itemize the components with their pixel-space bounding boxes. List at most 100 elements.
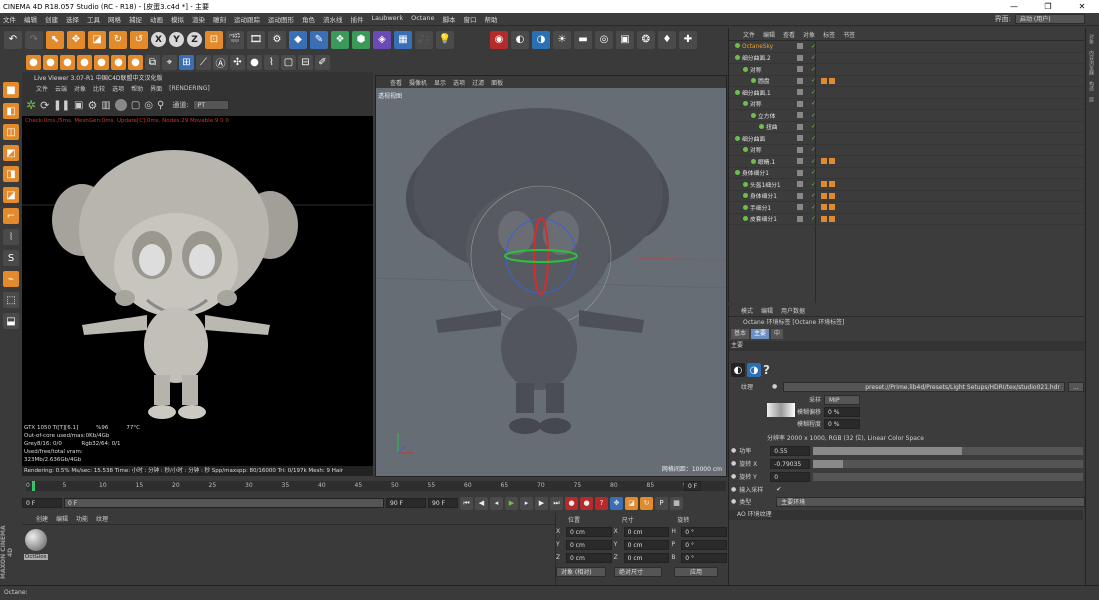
- render-image[interactable]: [22, 130, 373, 430]
- workplane-icon[interactable]: ⬚: [3, 292, 19, 308]
- sculpt-icon[interactable]: ⦚: [3, 229, 19, 245]
- make-editable-icon[interactable]: ■: [3, 82, 19, 98]
- object-menu-item[interactable]: 对象: [803, 30, 815, 39]
- recent-tool-icon[interactable]: ↺: [130, 30, 148, 49]
- size-mode-dropdown[interactable]: 绝对尺寸: [614, 566, 662, 577]
- current-frame-field[interactable]: 0 F: [684, 481, 702, 491]
- object-menu-item[interactable]: 编辑: [763, 30, 775, 39]
- visibility-toggle[interactable]: [797, 169, 803, 176]
- object-name-cell[interactable]: 立方体: [751, 111, 775, 120]
- object-row[interactable]: 眼睛.1 ✓: [729, 156, 1084, 168]
- roty-slider[interactable]: [813, 472, 1084, 481]
- soft-select-icon[interactable]: S: [3, 250, 19, 266]
- key-scale-icon[interactable]: ◪: [625, 496, 638, 510]
- menu-item[interactable]: 渲染: [192, 14, 205, 24]
- material-tag-icon[interactable]: [829, 77, 835, 84]
- viewport-menu-item[interactable]: 显示: [434, 78, 446, 87]
- sphere-tool-icon[interactable]: ●: [247, 54, 262, 70]
- keyframe-icon[interactable]: ?: [595, 496, 608, 510]
- texture-more-button[interactable]: ...: [1068, 381, 1084, 392]
- object-menu-item[interactable]: 文件: [743, 30, 755, 39]
- sidebar-tab-layers[interactable]: 层: [1088, 97, 1095, 102]
- uv-mode-icon[interactable]: ◫: [3, 124, 19, 140]
- min-frame-field[interactable]: 0 F: [64, 498, 384, 508]
- enable-check-icon[interactable]: ✓: [811, 100, 816, 107]
- viewport-scene[interactable]: [376, 88, 726, 473]
- menu-item[interactable]: 捕捉: [129, 14, 142, 24]
- object-row[interactable]: 身体细分1 ✓: [729, 191, 1084, 202]
- env-icon[interactable]: ◐: [731, 363, 745, 377]
- material-menu-item[interactable]: 编辑: [56, 514, 68, 523]
- rotation-field[interactable]: 0 °: [681, 539, 727, 550]
- rotation-field[interactable]: 0 °: [681, 526, 727, 537]
- visibility-toggle[interactable]: [797, 135, 803, 142]
- power-slider[interactable]: [813, 446, 1084, 455]
- size-field[interactable]: 0 cm: [623, 526, 670, 537]
- object-menu-item[interactable]: 书签: [843, 30, 855, 39]
- material-menu-item[interactable]: 纹理: [96, 514, 108, 523]
- axis-mode-icon[interactable]: ●: [128, 54, 143, 70]
- enable-check-icon[interactable]: ✓: [811, 181, 816, 188]
- maximize-button[interactable]: ❐: [1031, 2, 1065, 11]
- octane-envtag-icon[interactable]: ◐: [511, 30, 529, 49]
- size-field[interactable]: 0 cm: [623, 539, 670, 550]
- menu-item[interactable]: 插件: [351, 14, 364, 24]
- end-frame-field[interactable]: 90 F: [386, 498, 426, 508]
- object-name-cell[interactable]: 圆盘: [751, 76, 770, 85]
- object-name-cell[interactable]: 细分曲面: [735, 134, 765, 143]
- workplane-mode-icon[interactable]: ●: [60, 54, 75, 70]
- visibility-toggle[interactable]: [797, 100, 803, 107]
- material-tag-icon[interactable]: [829, 181, 835, 188]
- sidebar-tab-objects[interactable]: 对象: [1088, 34, 1095, 44]
- coord-mode-dropdown[interactable]: 对象 (相对): [556, 566, 606, 577]
- enable-check-icon[interactable]: ✓: [811, 43, 816, 50]
- octane-arealight-icon[interactable]: ▬: [574, 30, 592, 49]
- object-row[interactable]: 对称 ✓: [729, 99, 1084, 110]
- rotation-field[interactable]: 0 °: [681, 552, 727, 563]
- camera-icon[interactable]: 🎥: [415, 30, 433, 49]
- menu-item[interactable]: 文件: [3, 14, 16, 24]
- position-field[interactable]: 0 cm: [565, 539, 612, 550]
- key-param-icon[interactable]: P: [655, 496, 668, 510]
- visibility-toggle[interactable]: [797, 181, 803, 188]
- visibility-toggle[interactable]: [797, 66, 803, 73]
- menu-item[interactable]: 帮助: [484, 14, 497, 24]
- object-row[interactable]: 对称 ✓: [729, 145, 1084, 156]
- move-icon[interactable]: ✥: [67, 30, 85, 49]
- attribute-tab[interactable]: 主要: [751, 329, 770, 339]
- enable-check-icon[interactable]: ✓: [811, 135, 816, 142]
- object-row[interactable]: 头盔1细分1 ✓: [729, 179, 1084, 191]
- lock-view-icon[interactable]: ▥: [101, 100, 110, 111]
- focus-icon[interactable]: ◎: [144, 100, 153, 111]
- octane-hdri-icon[interactable]: ◑: [532, 30, 550, 49]
- first-frame-icon[interactable]: ⏮: [460, 496, 473, 510]
- layout-dropdown[interactable]: 启动 (用户): [1015, 14, 1085, 24]
- visibility-toggle[interactable]: [797, 158, 803, 165]
- enable-check-icon[interactable]: ✓: [811, 169, 816, 176]
- object-name-cell[interactable]: 手细分1: [743, 203, 771, 212]
- knife-icon[interactable]: ⟋: [196, 54, 211, 70]
- object-name-cell[interactable]: 身体细分1: [735, 168, 769, 177]
- texture-mode-icon[interactable]: ●: [43, 54, 58, 70]
- enable-check-icon[interactable]: ✓: [811, 112, 816, 119]
- viewport-menu-item[interactable]: 选项: [453, 78, 465, 87]
- position-field[interactable]: 0 cm: [565, 526, 612, 537]
- material-tag-icon[interactable]: [821, 215, 827, 222]
- blur-offset-field[interactable]: 0 %: [824, 406, 860, 417]
- object-name-cell[interactable]: 身体细分1: [743, 191, 777, 200]
- menu-item[interactable]: 雕刻: [213, 14, 226, 24]
- cube-icon[interactable]: ◆: [289, 30, 307, 49]
- object-row[interactable]: OctaneSky ✓: [729, 41, 1084, 53]
- object-menu-item[interactable]: 查看: [783, 30, 795, 39]
- lock-icon[interactable]: ⬓: [3, 313, 19, 329]
- object-name-cell[interactable]: 眼睛.1: [751, 157, 775, 166]
- menu-item[interactable]: 运动跟踪: [234, 14, 260, 24]
- enable-check-icon[interactable]: ✓: [811, 77, 816, 84]
- lv-menu-item[interactable]: 文件: [36, 84, 48, 93]
- menu-item[interactable]: 运动图形: [268, 14, 294, 24]
- gear-icon[interactable]: ✲: [26, 98, 36, 112]
- deformer-icon[interactable]: ◈: [373, 30, 391, 49]
- live-select-icon[interactable]: ⬉: [46, 30, 64, 49]
- array-icon[interactable]: ⬢: [352, 30, 370, 49]
- octane-sun-icon[interactable]: ☀: [553, 30, 571, 49]
